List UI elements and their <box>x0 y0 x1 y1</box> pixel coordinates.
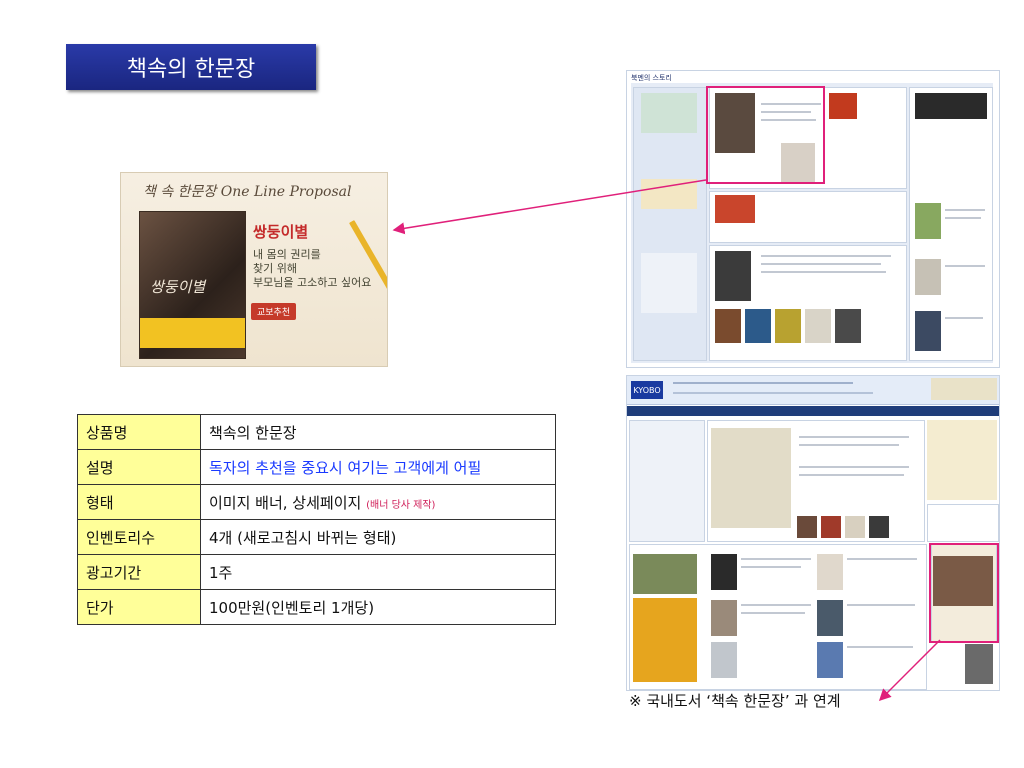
arrow-line <box>392 179 707 235</box>
arrow-line <box>878 639 941 702</box>
caption: ※ 국내도서 ‘책속 한문장’ 과 연계 <box>629 692 841 710</box>
connector-arrows <box>392 179 941 702</box>
